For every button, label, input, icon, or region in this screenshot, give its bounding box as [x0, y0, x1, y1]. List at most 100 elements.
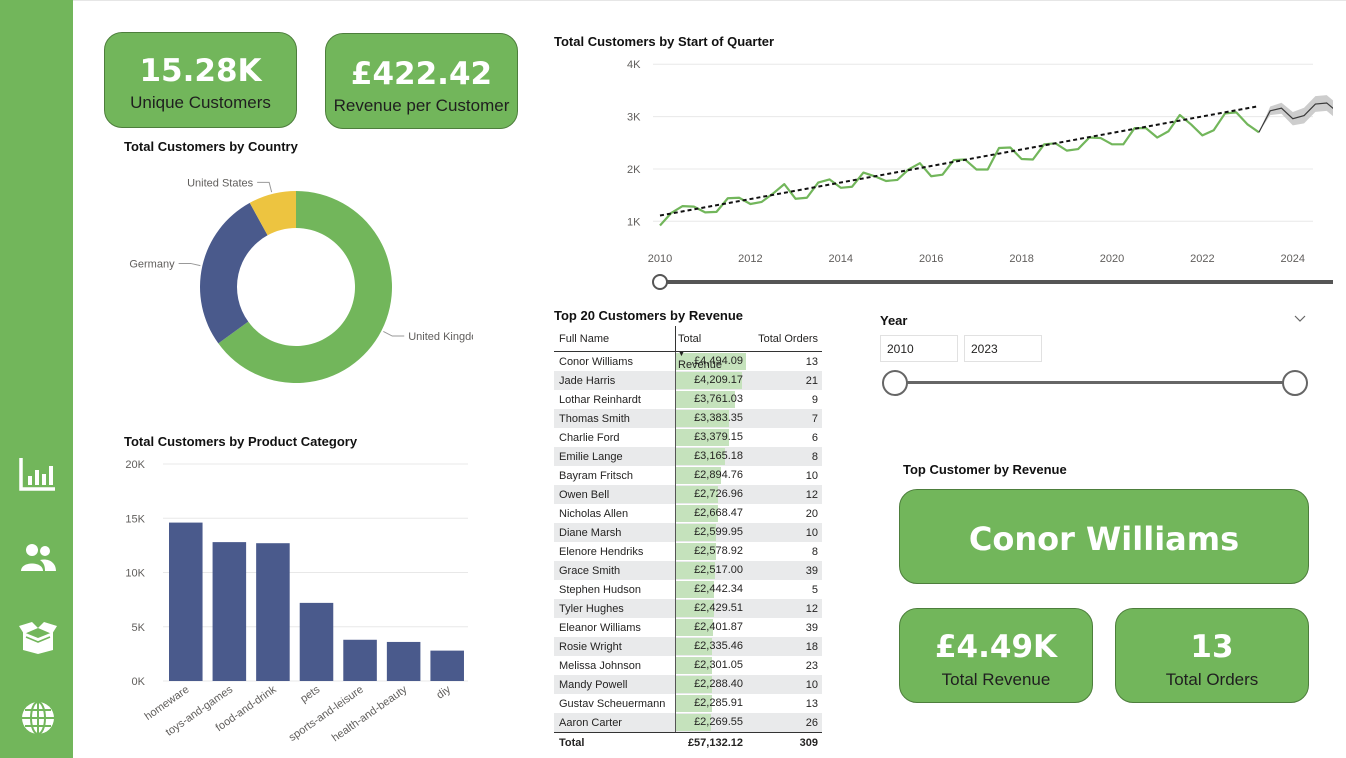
cell-total-orders: 7 [811, 412, 818, 425]
revenue-per-customer-value: £422.42 [350, 56, 493, 92]
table-row[interactable]: Eleanor Williams £2,401.87 39 [554, 618, 822, 637]
year-slicer-title: Year [880, 313, 908, 328]
table-row[interactable]: Emilie Lange £3,165.18 8 [554, 447, 822, 466]
total-revenue: £57,132.12 [675, 734, 745, 753]
table-row[interactable]: Elenore Hendriks £2,578.92 8 [554, 542, 822, 561]
cell-full-name: Lothar Reinhardt [559, 393, 641, 406]
top-customer-name-card: Conor Williams [899, 489, 1309, 584]
cell-total-revenue: £2,517.00 [675, 561, 745, 580]
total-revenue-card-value: £4.49K [934, 629, 1058, 665]
table-row[interactable]: Thomas Smith £3,383.35 7 [554, 409, 822, 428]
y-tick-label: 10K [125, 568, 145, 580]
table-row[interactable]: Stephen Hudson £2,442.34 5 [554, 580, 822, 599]
table-row[interactable]: Grace Smith £2,517.00 39 [554, 561, 822, 580]
year-to-input[interactable]: 2023 [964, 335, 1042, 362]
cell-total-revenue: £2,288.40 [675, 675, 745, 694]
x-tick-label: 2012 [738, 253, 762, 265]
cell-total-revenue-value: £3,165.18 [694, 450, 743, 462]
cell-total-revenue: £2,335.46 [675, 637, 745, 656]
category-chart-title: Total Customers by Product Category [124, 434, 358, 449]
cell-total-revenue: £2,401.87 [675, 618, 745, 637]
globe-icon[interactable] [18, 700, 58, 736]
cell-total-revenue: £2,285.91 [675, 694, 745, 713]
table-row[interactable]: Gustav Scheuermann £2,285.91 13 [554, 694, 822, 713]
cell-full-name: Eleanor Williams [559, 621, 641, 634]
cell-total-revenue: £2,442.34 [675, 580, 745, 599]
year-slider-handle-end[interactable] [1282, 370, 1308, 396]
cell-total-revenue-value: £3,761.03 [694, 393, 743, 405]
cell-total-orders: 26 [805, 716, 818, 729]
cell-full-name: Aaron Carter [559, 716, 622, 729]
table-row[interactable]: Bayram Fritsch £2,894.76 10 [554, 466, 822, 485]
table-row[interactable]: Rosie Wright £2,335.46 18 [554, 637, 822, 656]
forecast-confidence-band [1258, 95, 1333, 133]
total-orders-card-label: Total Orders [1165, 670, 1259, 689]
year-slider-handle-start[interactable] [882, 370, 908, 396]
table-row[interactable]: Jade Harris £4,209.17 21 [554, 371, 822, 390]
table-row[interactable]: Tyler Hughes £2,429.51 12 [554, 599, 822, 618]
cell-full-name: Emilie Lange [559, 450, 623, 463]
unique-customers-card: 15.28K Unique Customers [104, 32, 297, 128]
table-row[interactable]: Nicholas Allen £2,668.47 20 [554, 504, 822, 523]
cell-full-name: Owen Bell [559, 488, 610, 501]
customers-icon[interactable] [18, 540, 58, 576]
total-label: Total [559, 737, 585, 749]
cell-total-revenue-value: £2,517.00 [694, 564, 743, 576]
cell-total-orders: 5 [811, 583, 818, 596]
cell-total-revenue-value: £2,269.55 [694, 716, 743, 728]
cell-full-name: Tyler Hughes [559, 602, 624, 615]
column-header-total-orders[interactable]: Total Orders [745, 333, 822, 345]
cell-total-revenue: £3,383.35 [675, 409, 745, 428]
report-icon[interactable] [18, 456, 58, 492]
table-row[interactable]: Mandy Powell £2,288.40 10 [554, 675, 822, 694]
cell-total-revenue: £2,668.47 [675, 504, 745, 523]
table-row[interactable]: Owen Bell £2,726.96 12 [554, 485, 822, 504]
total-orders: 309 [799, 737, 818, 749]
x-range-slider-handle-start[interactable] [652, 274, 668, 290]
sort-desc-icon: ▼ [678, 350, 685, 358]
unique-customers-label: Unique Customers [130, 93, 271, 112]
cell-total-revenue-value: £2,726.96 [694, 488, 743, 500]
country-chart-title: Total Customers by Country [124, 139, 298, 154]
total-revenue-card-label: Total Revenue [941, 670, 1051, 689]
donut-label: Germany [129, 258, 175, 270]
table-row[interactable]: Melissa Johnson £2,301.05 23 [554, 656, 822, 675]
x-tick-label: 2018 [1009, 253, 1033, 265]
cell-total-revenue-value: £2,894.76 [694, 469, 743, 481]
total-revenue-card: £4.49K Total Revenue [899, 608, 1093, 703]
y-tick-label: 1K [627, 216, 641, 228]
cell-total-revenue: £2,301.05 [675, 656, 745, 675]
x-tick-label: diy [435, 683, 454, 701]
cell-total-revenue-value: £4,494.09 [694, 355, 743, 367]
cell-total-orders: 12 [805, 602, 818, 615]
products-icon[interactable] [18, 620, 58, 656]
year-slider-track[interactable] [895, 381, 1295, 384]
x-tick-label: 2014 [829, 253, 853, 265]
cell-total-orders: 21 [805, 374, 818, 387]
total-revenue-value: £57,132.12 [687, 736, 743, 749]
x-tick-label: 2016 [919, 253, 943, 265]
table-row[interactable]: Aaron Carter £2,269.55 26 [554, 713, 822, 732]
cell-full-name: Charlie Ford [559, 431, 620, 444]
cell-total-orders: 9 [811, 393, 818, 406]
bar-pets [299, 602, 334, 681]
cell-full-name: Elenore Hendriks [559, 545, 644, 558]
year-from-input[interactable]: 2010 [880, 335, 958, 362]
column-header-full-name[interactable]: Full Name [554, 333, 675, 345]
table-row[interactable]: Lothar Reinhardt £3,761.03 9 [554, 390, 822, 409]
cell-total-orders: 10 [805, 678, 818, 691]
donut-slice-germany [200, 202, 268, 344]
chevron-down-icon[interactable] [1293, 310, 1307, 324]
revenue-per-customer-label: Revenue per Customer [333, 96, 510, 115]
x-tick-label: 2020 [1100, 253, 1124, 265]
cell-total-revenue: £3,165.18 [675, 447, 745, 466]
customers-by-quarter-line-chart: 1K 2K 3K 4K 2010 2012 2014 2016 2018 2020 2022 2024 [627, 59, 1333, 290]
table-row[interactable]: Charlie Ford £3,379.15 6 [554, 428, 822, 447]
country-donut-chart: United Kingdom Germany United States [129, 177, 473, 383]
table-row[interactable]: Diane Marsh £2,599.95 10 [554, 523, 822, 542]
cell-total-orders: 12 [805, 488, 818, 501]
column-header-total-revenue[interactable]: Total Revenue ▼ [675, 325, 745, 371]
cell-total-orders: 39 [805, 621, 818, 634]
cell-total-revenue: £3,379.15 [675, 428, 745, 447]
top-customer-title: Top Customer by Revenue [903, 462, 1067, 477]
